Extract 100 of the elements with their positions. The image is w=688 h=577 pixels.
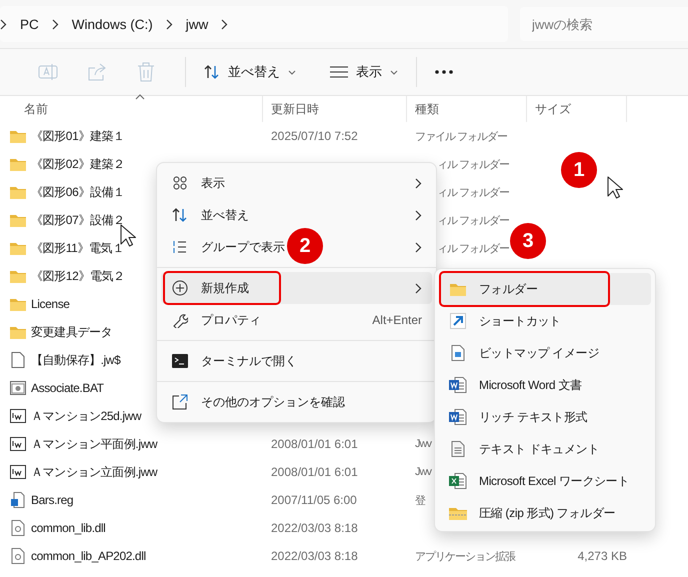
sort-icon — [172, 208, 188, 222]
column-header[interactable]: 名前 — [0, 96, 263, 122]
file-name[interactable]: 《図形02》建築２ — [31, 156, 125, 172]
step-badge: 3 — [510, 223, 546, 259]
folder-icon — [10, 269, 26, 283]
spreadsheet-icon — [449, 473, 467, 489]
file-name[interactable]: 変更建具データ — [31, 324, 112, 340]
file-name[interactable]: common_lib_AP202.dll — [31, 549, 146, 563]
folder-icon — [10, 129, 26, 143]
plus-circle-icon — [172, 280, 188, 296]
type-text: Jwv — [415, 466, 431, 478]
menu-item[interactable]: ターミナルで開く — [171, 345, 297, 377]
file-icon — [11, 352, 25, 368]
text-file-icon — [451, 441, 465, 457]
folder-icon — [10, 185, 26, 199]
sort-caret-icon — [135, 94, 145, 100]
breadcrumb[interactable]: Windows (C:) — [70, 16, 155, 32]
column-header[interactable]: サイズ — [527, 96, 627, 122]
date-text: 2022/03/03 8:18 — [271, 549, 358, 563]
word-document-icon — [449, 409, 467, 425]
file-name[interactable]: 《図形01》建築１ — [31, 128, 125, 144]
file-name[interactable]: Associate.BAT — [31, 381, 104, 395]
cursor-icon — [120, 224, 136, 248]
file-name[interactable]: common_lib.dll — [31, 521, 106, 535]
type-text: 登 — [415, 494, 425, 506]
folder-icon — [10, 213, 26, 227]
menu-item[interactable]: Microsoft Word 文書 — [439, 369, 651, 401]
folder-icon — [10, 297, 26, 311]
type-text: アプリケーション拡張 — [415, 550, 515, 562]
drawing-file-icon — [10, 437, 26, 451]
column-header[interactable]: 更新日時 — [263, 96, 407, 122]
shortcut-arrow-icon — [450, 313, 466, 329]
file-name[interactable]: 《図形06》設備１ — [31, 184, 125, 200]
folder-icon — [450, 282, 466, 296]
drawing-file-icon — [10, 465, 26, 479]
menu-item[interactable]: ビットマップ イメージ — [439, 337, 651, 369]
view-button[interactable]: 表示 — [322, 55, 406, 89]
date-text: 2008/01/01 6:01 — [271, 465, 358, 479]
zip-folder-icon — [449, 506, 467, 520]
terminal-icon — [172, 354, 188, 368]
column-header[interactable]: 種類 — [407, 96, 527, 122]
menu-item[interactable]: 並べ替え — [171, 199, 249, 231]
list-icon — [330, 66, 348, 78]
date-text: 2025/07/10 7:52 — [271, 129, 358, 143]
folder-icon — [10, 241, 26, 255]
chevron-icon — [221, 18, 228, 30]
caret-icon — [390, 70, 398, 74]
settings-file-icon — [10, 381, 26, 395]
rename-icon — [38, 63, 58, 81]
file-name[interactable]: 【自動保存】.jw$ — [31, 352, 120, 368]
caret-icon — [288, 70, 296, 74]
menu-item[interactable]: 表示 — [171, 167, 225, 199]
file-name[interactable]: Bars.reg — [31, 493, 74, 507]
image-file-icon — [451, 345, 465, 361]
list-icon — [173, 240, 187, 254]
breadcrumb[interactable]: jww — [184, 16, 210, 32]
sort-button[interactable]: 並べ替え — [196, 55, 304, 89]
breadcrumb[interactable]: PC — [18, 16, 41, 32]
trash-icon — [137, 62, 155, 82]
chevron-icon — [166, 18, 173, 30]
type-text: ファイル フォルダー — [415, 130, 508, 142]
file-name[interactable]: License — [31, 297, 70, 311]
date-text: 2007/11/05 6:00 — [271, 493, 357, 507]
word-document-icon — [449, 377, 467, 393]
menu-item[interactable]: テキスト ドキュメント — [439, 433, 651, 465]
share-icon — [87, 63, 107, 81]
menu-item[interactable]: Microsoft Excel ワークシート — [439, 465, 651, 497]
type-text: ィル フォルダー — [437, 214, 510, 226]
type-text: ィル フォルダー — [437, 242, 510, 254]
date-text: 2008/01/01 6:01 — [271, 437, 358, 451]
file-name[interactable]: 《図形11》電気１ — [31, 240, 124, 256]
chevron-icon — [52, 18, 59, 30]
cursor-icon — [607, 176, 623, 200]
file-name[interactable]: Ａマンション25d.jww — [31, 408, 142, 424]
file-name[interactable]: 《図形12》電気２ — [31, 268, 125, 284]
menu-item[interactable]: リッチ テキスト形式 — [439, 401, 651, 433]
folder-icon — [10, 325, 26, 339]
menu-item[interactable]: プロパティ — [171, 304, 261, 336]
menu-item[interactable]: フォルダー — [439, 273, 651, 305]
menu-item[interactable]: ショートカット — [439, 305, 651, 337]
menu-item[interactable]: 圧縮 (zip 形式) フォルダー — [439, 497, 651, 529]
drawing-file-icon — [10, 409, 26, 423]
sort-icon — [204, 65, 220, 79]
chevron-icon — [0, 18, 7, 30]
wrench-icon — [172, 312, 188, 328]
folder-icon — [10, 157, 26, 171]
type-text: ィル フォルダー — [437, 158, 510, 170]
menu-item[interactable]: 新規作成 — [161, 272, 432, 304]
type-text: Jwv — [415, 438, 431, 450]
file-name[interactable]: Ａマンション平面例.jww — [31, 436, 158, 452]
grid-icon — [173, 176, 187, 190]
menu-item[interactable]: その他のオプションを確認 — [171, 386, 345, 418]
type-text: ィル フォルダー — [437, 186, 510, 198]
shortcut-text: Alt+Enter — [372, 313, 422, 327]
search-field[interactable]: jwwの検索 — [520, 7, 688, 41]
file-name[interactable]: 《図形07》設備２ — [31, 212, 125, 228]
external-link-icon — [172, 394, 188, 410]
size-text: 4,273 KB — [578, 549, 627, 563]
menu-item[interactable]: グループで表示 — [171, 231, 285, 263]
file-name[interactable]: Ａマンション立面例.jww — [31, 464, 158, 480]
